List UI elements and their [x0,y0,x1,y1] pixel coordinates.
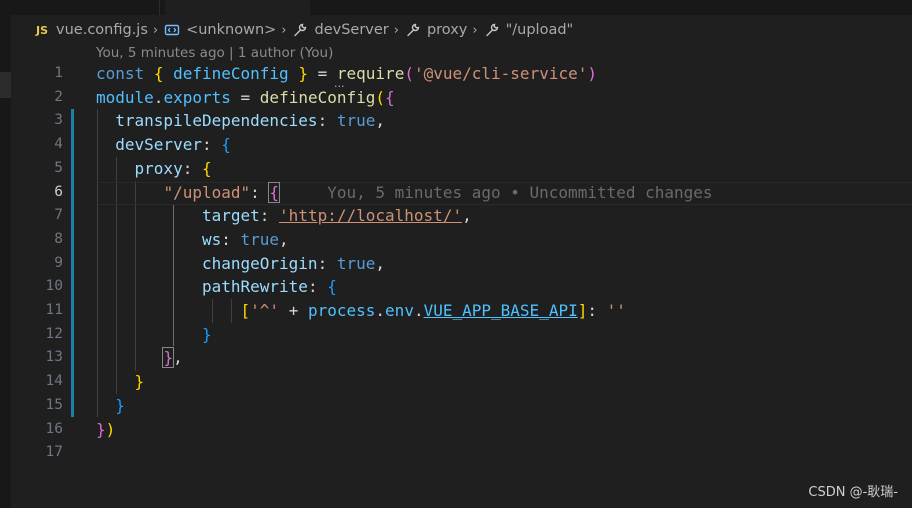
line-number: 1 [54,65,63,81]
breadcrumb-item-unknown[interactable]: <unknown> [186,22,276,38]
code-line: 13 }, [11,346,912,370]
watermark: CSDN @-耿瑞- [808,485,898,500]
code-line: 5 proxy: { [11,157,912,181]
code-text: }, [162,347,183,369]
code-line: 10 pathRewrite: { [11,275,912,299]
code-text: } [201,324,212,344]
breadcrumb-item-devserver[interactable]: devServer [314,22,388,38]
code-text: ['^' + process.env.VUE_APP_BASE_API]: '' [240,301,626,320]
wrench-icon [407,23,420,37]
line-number: 3 [54,112,63,129]
breadcrumb-file[interactable]: vue.config.js [56,22,148,38]
scroll-marker [0,72,11,98]
tab-bar [0,0,912,15]
line-number: 9 [54,254,63,271]
code-line: 2 module.exports = defineConfig({ [11,86,912,110]
editor-tab[interactable] [20,0,160,15]
code-text: const { defineConfig } = require('@vue/c… [96,64,597,83]
symbol-namespace-icon [164,24,180,36]
line-number: 4 [54,136,63,153]
chevron-right-icon: › [152,22,159,38]
line-number: 2 [54,88,63,105]
code-text: ws: true, [201,229,289,249]
code-line: 15 } [11,394,912,418]
breadcrumb-item-proxy[interactable]: proxy [427,22,467,38]
codelens-blame-header[interactable]: You, 5 minutes ago | 1 author (You) [96,45,333,61]
chevron-right-icon: › [281,22,287,38]
code-line: 8 ws: true, [11,228,912,252]
js-file-icon: JS [36,23,49,37]
chevron-right-icon: › [393,22,399,38]
code-text: "/upload": { You, 5 minutes ago • Uncomm… [163,181,713,203]
code-text: target: 'http://localhost/', [201,206,472,226]
line-number: 12 [45,325,63,342]
line-number: 5 [54,159,63,176]
code-line: 14 } [11,370,912,394]
code-line: 12 } [11,323,912,347]
code-text: } [115,395,125,415]
code-line: 16 }) [11,418,912,442]
activity-edge [0,15,11,508]
wrench-icon [485,23,498,37]
code-text: transpileDependencies: true, [115,111,386,131]
line-number: 14 [45,373,63,390]
code-text: pathRewrite: { [201,277,337,297]
code-line: 7 target: 'http://localhost/', [11,204,912,228]
breadcrumb: JS vue.config.js › <unknown> › devServer… [36,18,573,42]
line-number: 15 [45,396,63,413]
editor-tab-active[interactable] [165,0,310,15]
code-line: 9 changeOrigin: true, [11,252,912,276]
code-text: proxy: { [134,158,212,178]
wrench-icon [294,23,307,37]
code-text: }) [96,419,116,439]
line-number: 11 [45,302,63,318]
code-text: module.exports = defineConfig({ [96,87,395,107]
line-number: 6 [54,183,63,200]
code-line: 1 const { defineConfig } = require('@vue… [11,62,912,86]
code-line: 4 devServer: { [11,133,912,157]
code-text: } [134,372,145,392]
line-number: 7 [54,207,63,224]
code-text: devServer: { [115,135,231,155]
line-number: 10 [45,278,63,295]
breadcrumb-item-upload[interactable]: "/upload" [506,22,574,38]
code-line: 11 ['^' + process.env.VUE_APP_BASE_API]:… [11,299,912,323]
inline-blame[interactable]: You, 5 minutes ago • Uncommitted changes [327,183,712,202]
line-number: 8 [54,230,63,247]
code-text: changeOrigin: true, [201,253,386,273]
line-number: 17 [45,444,63,461]
line-number: 16 [45,420,63,437]
code-line-active: 6 "/upload": { You, 5 minutes ago • Unco… [11,181,912,205]
chevron-right-icon: › [472,22,478,38]
code-line: 3 transpileDependencies: true, [11,109,912,133]
code-line: 17 [11,441,912,465]
line-number: 13 [45,349,63,366]
